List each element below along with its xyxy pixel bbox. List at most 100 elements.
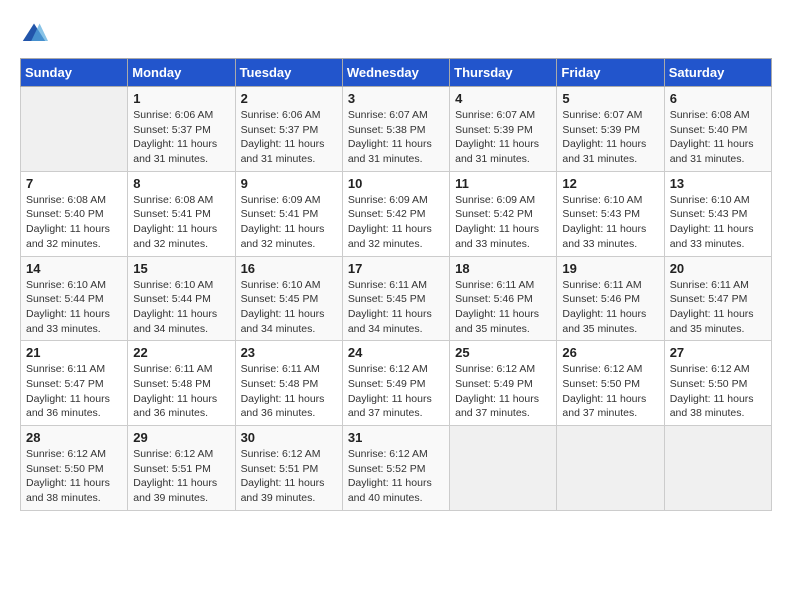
- day-info: Sunrise: 6:12 AMSunset: 5:49 PMDaylight:…: [348, 362, 444, 421]
- logo: [20, 20, 52, 48]
- day-number: 4: [455, 91, 551, 106]
- calendar-cell: 16Sunrise: 6:10 AMSunset: 5:45 PMDayligh…: [235, 256, 342, 341]
- calendar-body: 1Sunrise: 6:06 AMSunset: 5:37 PMDaylight…: [21, 87, 772, 511]
- day-info: Sunrise: 6:09 AMSunset: 5:42 PMDaylight:…: [455, 193, 551, 252]
- column-header-wednesday: Wednesday: [342, 59, 449, 87]
- calendar-cell: 5Sunrise: 6:07 AMSunset: 5:39 PMDaylight…: [557, 87, 664, 172]
- calendar-cell: 22Sunrise: 6:11 AMSunset: 5:48 PMDayligh…: [128, 341, 235, 426]
- day-info: Sunrise: 6:08 AMSunset: 5:40 PMDaylight:…: [670, 108, 766, 167]
- day-number: 7: [26, 176, 122, 191]
- day-number: 21: [26, 345, 122, 360]
- day-number: 22: [133, 345, 229, 360]
- calendar-cell: 9 Sunrise: 6:09 AMSunset: 5:41 PMDaylight…: [235, 171, 342, 256]
- calendar-cell: 6 Sunrise: 6:08 AMSunset: 5:40 PMDaylight…: [664, 87, 771, 172]
- day-info: Sunrise: 6:11 AMSunset: 5:47 PMDaylight:…: [670, 278, 766, 337]
- day-info: Sunrise: 6:09 AMSunset: 5:42 PMDaylight:…: [348, 193, 444, 252]
- day-number: 14: [26, 261, 122, 276]
- calendar-cell: 24 Sunrise: 6:12 AMSunset: 5:49 PMDayligh…: [342, 341, 449, 426]
- day-info: Sunrise: 6:11 AMSunset: 5:45 PMDaylight:…: [348, 278, 444, 337]
- day-number: 18: [455, 261, 551, 276]
- calendar-cell: 4 Sunrise: 6:07 AMSunset: 5:39 PMDaylight…: [450, 87, 557, 172]
- logo-icon: [20, 20, 48, 48]
- calendar-cell: 31 Sunrise: 6:12 AMSunset: 5:52 PMDayligh…: [342, 426, 449, 511]
- day-info: Sunrise: 6:08 AMSunset: 5:40 PMDaylight:…: [26, 193, 122, 252]
- column-header-thursday: Thursday: [450, 59, 557, 87]
- calendar-cell: 7 Sunrise: 6:08 AMSunset: 5:40 PMDaylight…: [21, 171, 128, 256]
- day-info: Sunrise: 6:12 AMSunset: 5:49 PMDaylight:…: [455, 362, 551, 421]
- calendar-cell: 30 Sunrise: 6:12 AMSunset: 5:51 PMDayligh…: [235, 426, 342, 511]
- day-info: Sunrise: 6:12 AMSunset: 5:50 PMDaylight:…: [26, 447, 122, 506]
- day-number: 13: [670, 176, 766, 191]
- calendar-cell: 17 Sunrise: 6:11 AMSunset: 5:45 PMDayligh…: [342, 256, 449, 341]
- calendar-cell: [21, 87, 128, 172]
- calendar-cell: [557, 426, 664, 511]
- calendar-header-row: SundayMondayTuesdayWednesdayThursdayFrid…: [21, 59, 772, 87]
- calendar-week-1: 1Sunrise: 6:06 AMSunset: 5:37 PMDaylight…: [21, 87, 772, 172]
- day-info: Sunrise: 6:07 AMSunset: 5:38 PMDaylight:…: [348, 108, 444, 167]
- day-info: Sunrise: 6:07 AMSunset: 5:39 PMDaylight:…: [562, 108, 658, 167]
- day-info: Sunrise: 6:11 AMSunset: 5:47 PMDaylight:…: [26, 362, 122, 421]
- day-info: Sunrise: 6:07 AMSunset: 5:39 PMDaylight:…: [455, 108, 551, 167]
- calendar-week-4: 21 Sunrise: 6:11 AMSunset: 5:47 PMDayligh…: [21, 341, 772, 426]
- calendar-cell: 27 Sunrise: 6:12 AMSunset: 5:50 PMDayligh…: [664, 341, 771, 426]
- day-info: Sunrise: 6:12 AMSunset: 5:51 PMDaylight:…: [241, 447, 337, 506]
- day-info: Sunrise: 6:12 AMSunset: 5:50 PMDaylight:…: [562, 362, 658, 421]
- day-number: 2: [241, 91, 337, 106]
- day-number: 8: [133, 176, 229, 191]
- day-number: 17: [348, 261, 444, 276]
- day-info: Sunrise: 6:10 AMSunset: 5:45 PMDaylight:…: [241, 278, 337, 337]
- day-info: Sunrise: 6:11 AMSunset: 5:46 PMDaylight:…: [455, 278, 551, 337]
- calendar-cell: 8 Sunrise: 6:08 AMSunset: 5:41 PMDaylight…: [128, 171, 235, 256]
- calendar-cell: 21 Sunrise: 6:11 AMSunset: 5:47 PMDayligh…: [21, 341, 128, 426]
- calendar-week-5: 28 Sunrise: 6:12 AMSunset: 5:50 PMDayligh…: [21, 426, 772, 511]
- calendar-cell: 1Sunrise: 6:06 AMSunset: 5:37 PMDaylight…: [128, 87, 235, 172]
- day-info: Sunrise: 6:09 AMSunset: 5:41 PMDaylight:…: [241, 193, 337, 252]
- calendar-cell: 26 Sunrise: 6:12 AMSunset: 5:50 PMDayligh…: [557, 341, 664, 426]
- day-number: 9: [241, 176, 337, 191]
- day-info: Sunrise: 6:12 AMSunset: 5:51 PMDaylight:…: [133, 447, 229, 506]
- calendar-cell: 18 Sunrise: 6:11 AMSunset: 5:46 PMDayligh…: [450, 256, 557, 341]
- day-info: Sunrise: 6:11 AMSunset: 5:48 PMDaylight:…: [241, 362, 337, 421]
- day-info: Sunrise: 6:12 AMSunset: 5:50 PMDaylight:…: [670, 362, 766, 421]
- day-number: 27: [670, 345, 766, 360]
- column-header-friday: Friday: [557, 59, 664, 87]
- day-number: 6: [670, 91, 766, 106]
- calendar-table: SundayMondayTuesdayWednesdayThursdayFrid…: [20, 58, 772, 511]
- calendar-cell: 28 Sunrise: 6:12 AMSunset: 5:50 PMDayligh…: [21, 426, 128, 511]
- calendar-cell: 20 Sunrise: 6:11 AMSunset: 5:47 PMDayligh…: [664, 256, 771, 341]
- day-number: 19: [562, 261, 658, 276]
- day-number: 28: [26, 430, 122, 445]
- day-number: 20: [670, 261, 766, 276]
- calendar-cell: 13Sunrise: 6:10 AMSunset: 5:43 PMDayligh…: [664, 171, 771, 256]
- day-number: 11: [455, 176, 551, 191]
- calendar-cell: 15 Sunrise: 6:10 AMSunset: 5:44 PMDayligh…: [128, 256, 235, 341]
- calendar-week-2: 7 Sunrise: 6:08 AMSunset: 5:40 PMDaylight…: [21, 171, 772, 256]
- day-info: Sunrise: 6:12 AMSunset: 5:52 PMDaylight:…: [348, 447, 444, 506]
- day-number: 26: [562, 345, 658, 360]
- day-number: 12: [562, 176, 658, 191]
- day-number: 10: [348, 176, 444, 191]
- day-number: 25: [455, 345, 551, 360]
- calendar-cell: 25 Sunrise: 6:12 AMSunset: 5:49 PMDayligh…: [450, 341, 557, 426]
- calendar-cell: [664, 426, 771, 511]
- calendar-cell: 2Sunrise: 6:06 AMSunset: 5:37 PMDaylight…: [235, 87, 342, 172]
- calendar-cell: 12Sunrise: 6:10 AMSunset: 5:43 PMDayligh…: [557, 171, 664, 256]
- calendar-cell: 19 Sunrise: 6:11 AMSunset: 5:46 PMDayligh…: [557, 256, 664, 341]
- day-number: 15: [133, 261, 229, 276]
- day-number: 31: [348, 430, 444, 445]
- column-header-saturday: Saturday: [664, 59, 771, 87]
- day-number: 23: [241, 345, 337, 360]
- day-number: 30: [241, 430, 337, 445]
- day-number: 29: [133, 430, 229, 445]
- day-number: 24: [348, 345, 444, 360]
- calendar-cell: 11 Sunrise: 6:09 AMSunset: 5:42 PMDayligh…: [450, 171, 557, 256]
- calendar-cell: 10 Sunrise: 6:09 AMSunset: 5:42 PMDayligh…: [342, 171, 449, 256]
- calendar-cell: 14 Sunrise: 6:10 AMSunset: 5:44 PMDayligh…: [21, 256, 128, 341]
- calendar-cell: [450, 426, 557, 511]
- day-info: Sunrise: 6:10 AMSunset: 5:44 PMDaylight:…: [133, 278, 229, 337]
- calendar-cell: 23 Sunrise: 6:11 AMSunset: 5:48 PMDayligh…: [235, 341, 342, 426]
- column-header-sunday: Sunday: [21, 59, 128, 87]
- day-info: Sunrise: 6:08 AMSunset: 5:41 PMDaylight:…: [133, 193, 229, 252]
- day-info: Sunrise: 6:10 AMSunset: 5:44 PMDaylight:…: [26, 278, 122, 337]
- day-info: Sunrise: 6:11 AMSunset: 5:46 PMDaylight:…: [562, 278, 658, 337]
